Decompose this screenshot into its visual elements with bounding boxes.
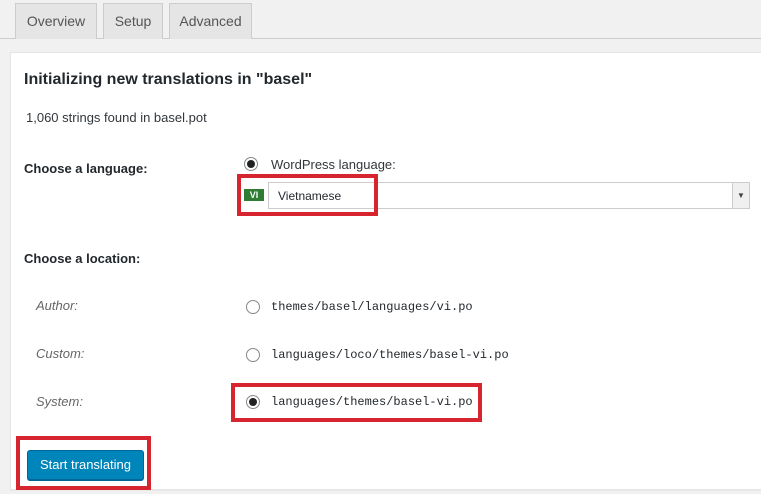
start-translating-button[interactable]: Start translating [27, 450, 144, 480]
location-author-label: Author: [36, 298, 78, 313]
strings-found-text: 1,060 strings found in basel.pot [26, 110, 207, 125]
choose-language-label: Choose a language: [24, 161, 148, 176]
language-select[interactable]: Vietnamese ▼ [268, 182, 750, 209]
location-custom-label: Custom: [36, 346, 85, 361]
location-system-radio[interactable] [246, 395, 260, 409]
tab-setup[interactable]: Setup [103, 3, 163, 39]
location-system-path: languages/themes/basel-vi.po [271, 395, 473, 409]
location-author-path: themes/basel/languages/vi.po [271, 300, 473, 314]
choose-location-label: Choose a location: [24, 251, 141, 266]
wordpress-language-label: WordPress language: [271, 157, 396, 172]
language-select-value: Vietnamese [278, 189, 342, 203]
location-custom-path: languages/loco/themes/basel-vi.po [271, 348, 509, 362]
language-flag-icon: VI [244, 189, 264, 201]
location-system-label: System: [36, 394, 83, 409]
tab-overview[interactable]: Overview [15, 3, 97, 39]
tab-advanced[interactable]: Advanced [169, 3, 252, 39]
page-title: Initializing new translations in "basel" [24, 71, 313, 88]
chevron-down-icon: ▼ [732, 183, 749, 208]
wordpress-language-radio[interactable] [244, 157, 258, 171]
location-author-radio[interactable] [246, 300, 260, 314]
location-custom-radio[interactable] [246, 348, 260, 362]
tab-bar: Overview Setup Advanced [0, 0, 761, 39]
